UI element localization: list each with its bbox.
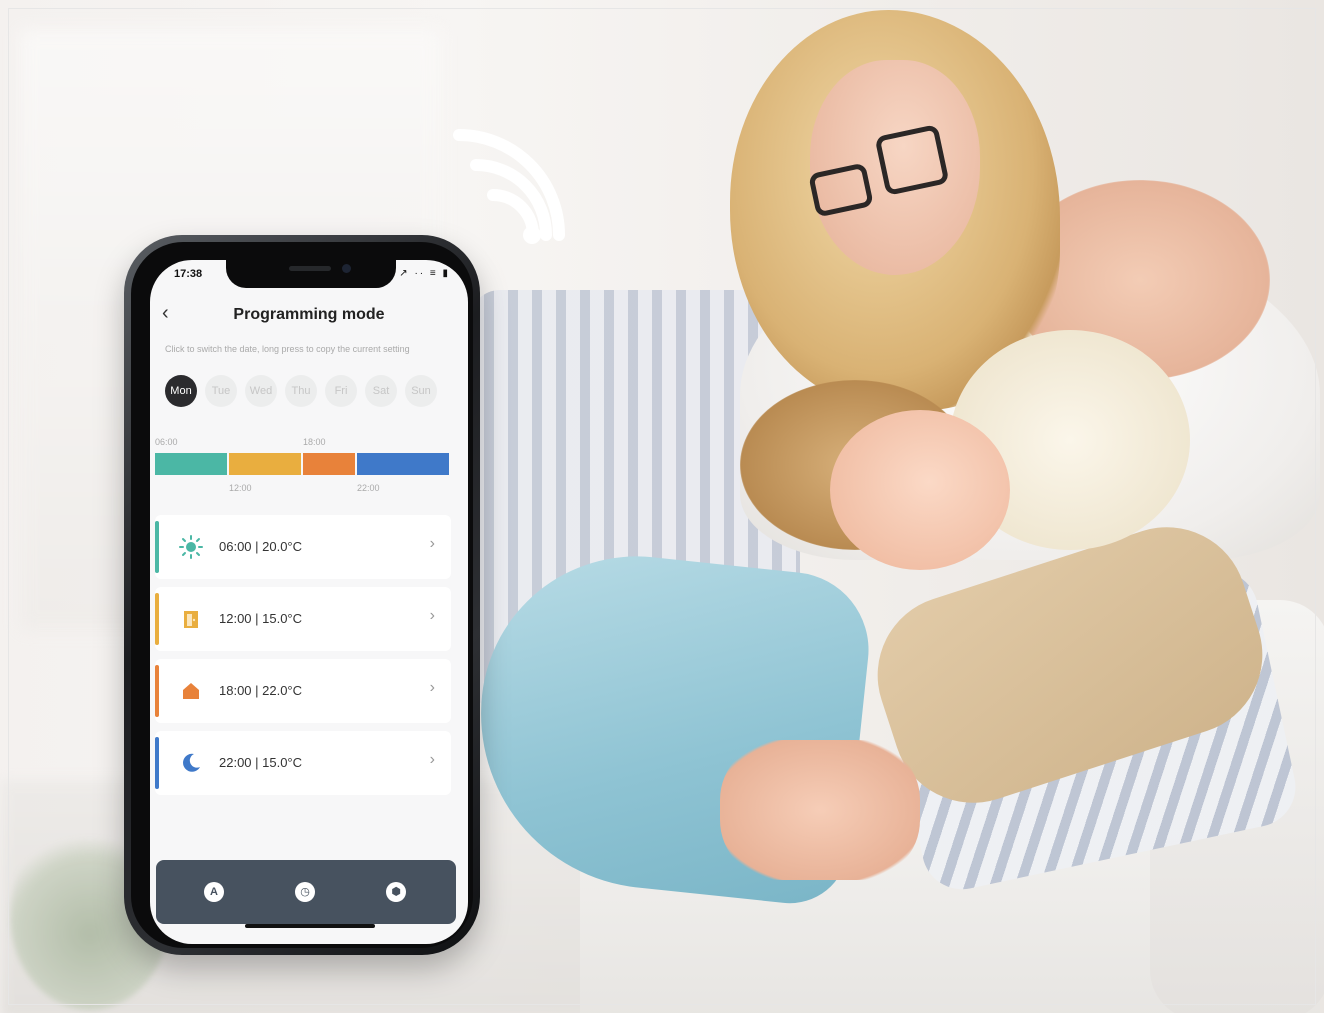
auto-mode-tab[interactable]: A [204,882,224,902]
chevron-right-icon: › [429,751,435,768]
chevron-right-icon: › [429,535,435,552]
page-title: Programming mode [233,306,385,323]
speaker [289,266,331,271]
chevron-right-icon: › [429,679,435,696]
timeline-label: 12:00 [229,483,252,493]
app-screen: 17:38 ↗ ·· ≡ ▮ ‹ Programming mode Click … [150,260,468,944]
slot-time-temp: 12:00 | 15.0°C [219,611,303,626]
front-camera [342,264,351,273]
timeline-label: 06:00 [155,437,178,447]
timeline-segment-midday [229,453,301,475]
door-icon [184,611,198,628]
schedule-slot-midday[interactable]: 12:00 | 15.0°C › [155,587,451,651]
day-selector: Mon Tue Wed Thu Fri Sat Sun [165,375,455,409]
slot-color-stripe [155,737,159,789]
day-sun[interactable]: Sun [405,375,437,407]
schedule-slot-evening[interactable]: 18:00 | 22.0°C › [155,659,451,723]
moon-icon [183,753,200,772]
smartphone: 17:38 ↗ ·· ≡ ▮ ‹ Programming mode Click … [124,235,480,955]
day-tue[interactable]: Tue [205,375,237,407]
slot-color-stripe [155,521,159,573]
day-sat[interactable]: Sat [365,375,397,407]
timeline-label: 18:00 [303,437,326,447]
slot-time-temp: 22:00 | 15.0°C [219,755,303,770]
hint-text: Click to switch the date, long press to … [165,344,410,354]
slot-color-stripe [155,593,159,645]
day-fri[interactable]: Fri [325,375,357,407]
slot-time-temp: 18:00 | 22.0°C [219,683,303,698]
timeline-label: 22:00 [357,483,380,493]
phone-notch [226,260,396,288]
phone-bezel: 17:38 ↗ ·· ≡ ▮ ‹ Programming mode Click … [131,242,473,948]
day-wed[interactable]: Wed [245,375,277,407]
home-indicator[interactable] [245,924,375,928]
home-icon [183,683,199,699]
wifi-signal-icon [453,129,565,244]
clock-tab[interactable]: ◷ [295,882,315,902]
timeline-segment-morning [155,453,227,475]
timeline-bar [155,453,451,475]
bottom-tab-bar: A ◷ ⬢ [156,860,456,924]
status-time: 17:38 [174,268,203,280]
settings-tab[interactable]: ⬢ [386,882,406,902]
slot-time-temp: 06:00 | 20.0°C [219,539,303,554]
day-thu[interactable]: Thu [285,375,317,407]
sun-icon [179,535,203,559]
timeline-segment-evening [303,453,355,475]
slot-color-stripe [155,665,159,717]
chevron-right-icon: › [429,607,435,624]
timeline-segment-night [357,453,449,475]
schedule-slot-morning[interactable]: 06:00 | 20.0°C › [155,515,451,579]
day-mon[interactable]: Mon [165,375,197,407]
status-icons: ↗ ·· ≡ ▮ [399,268,450,279]
schedule-slot-night[interactable]: 22:00 | 15.0°C › [155,731,451,795]
schedule-timeline: 06:00 18:00 12:00 22:00 [155,437,451,497]
